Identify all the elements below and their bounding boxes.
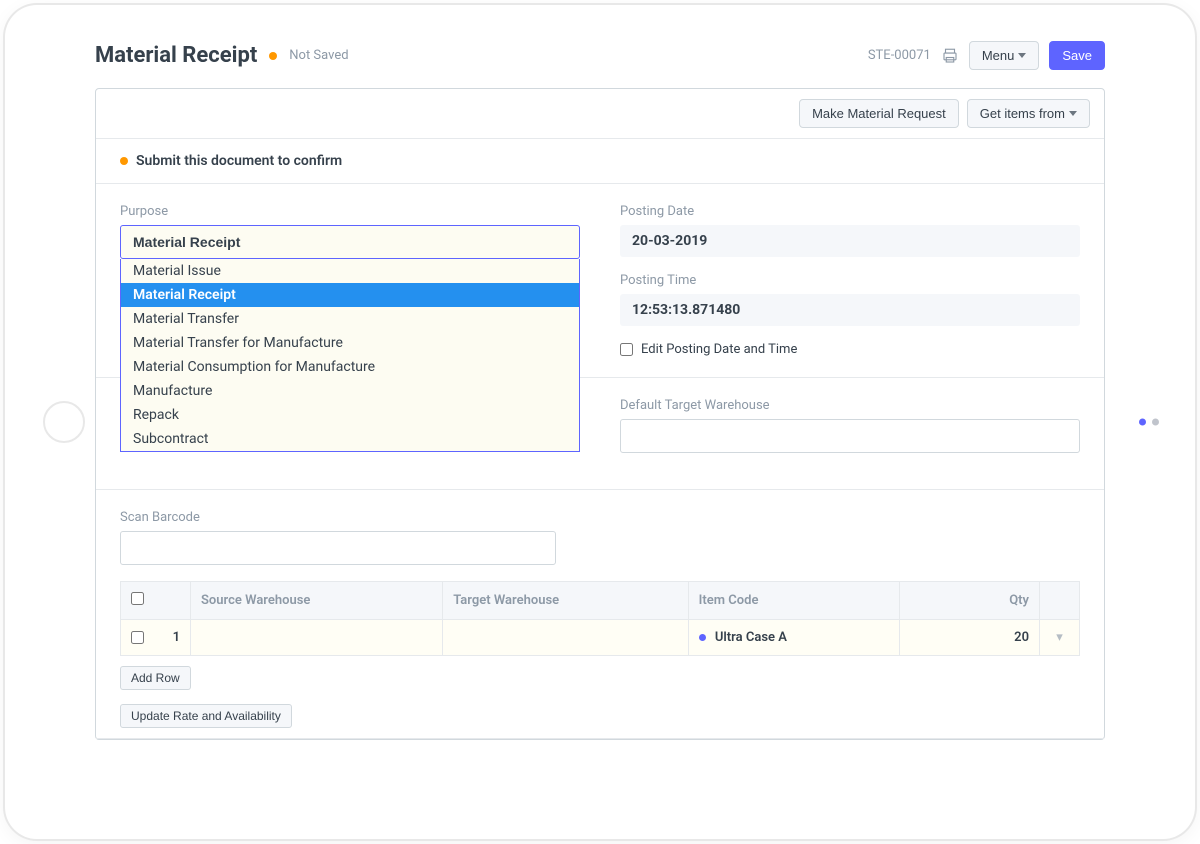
column-header-checkbox [121, 582, 191, 620]
edit-posting-checkbox[interactable] [620, 343, 633, 356]
chevron-down-icon: ▾ [1056, 630, 1063, 645]
message-text: Submit this document to confirm [136, 153, 342, 169]
chevron-down-icon [1069, 111, 1077, 116]
cell-item-code[interactable]: Ultra Case A [688, 620, 899, 656]
posting-date-field: Posting Date 20-03-2019 [620, 204, 1080, 257]
get-items-from-button[interactable]: Get items from [967, 99, 1090, 128]
print-icon[interactable] [941, 47, 959, 65]
add-row-button[interactable]: Add Row [120, 666, 191, 690]
purpose-option-material-receipt[interactable]: Material Receipt [121, 283, 579, 307]
default-target-warehouse-label: Default Target Warehouse [620, 398, 1080, 413]
item-status-dot-icon [699, 634, 706, 641]
cell-qty[interactable]: 20 [900, 620, 1040, 656]
posting-date-label: Posting Date [620, 204, 1080, 219]
posting-time-value: 12:53:13.871480 [620, 294, 1080, 326]
posting-date-value: 20-03-2019 [620, 225, 1080, 257]
scan-barcode-label: Scan Barcode [120, 510, 556, 525]
row-checkbox[interactable] [131, 631, 144, 644]
home-button[interactable] [43, 401, 85, 443]
page-title: Material Receipt [95, 43, 257, 68]
items-table: Source Warehouse Target Warehouse Item C… [120, 581, 1080, 656]
purpose-option-manufacture[interactable]: Manufacture [121, 379, 579, 403]
scan-barcode-input[interactable] [120, 531, 556, 565]
cell-source-warehouse[interactable] [191, 620, 443, 656]
message-bar: Submit this document to confirm [96, 139, 1104, 184]
row-index: 1 [173, 630, 180, 645]
column-header-item-code: Item Code [688, 582, 899, 620]
posting-time-field: Posting Time 12:53:13.871480 [620, 273, 1080, 326]
column-header-settings [1040, 582, 1080, 620]
column-header-source-warehouse: Source Warehouse [191, 582, 443, 620]
carousel-indicator [1139, 419, 1159, 426]
column-header-qty: Qty [900, 582, 1040, 620]
purpose-dropdown-menu: Material Issue Material Receipt Material… [120, 259, 580, 452]
document-id: STE-00071 [868, 48, 931, 63]
purpose-option-material-issue[interactable]: Material Issue [121, 259, 579, 283]
form-card: Make Material Request Get items from Sub… [95, 88, 1105, 740]
form-toolbar: Make Material Request Get items from [96, 89, 1104, 139]
edit-posting-checkbox-label: Edit Posting Date and Time [641, 342, 797, 357]
posting-time-label: Posting Time [620, 273, 1080, 288]
purpose-option-material-consumption-manufacture[interactable]: Material Consumption for Manufacture [121, 355, 579, 379]
menu-button-label: Menu [982, 48, 1015, 63]
default-target-warehouse-field: Default Target Warehouse [620, 398, 1080, 453]
get-items-from-label: Get items from [980, 106, 1065, 121]
save-button[interactable]: Save [1049, 41, 1105, 70]
purpose-option-material-transfer[interactable]: Material Transfer [121, 307, 579, 331]
purpose-label: Purpose [120, 204, 580, 219]
default-target-warehouse-input[interactable] [620, 419, 1080, 453]
purpose-option-material-transfer-manufacture[interactable]: Material Transfer for Manufacture [121, 331, 579, 355]
purpose-input[interactable] [120, 225, 580, 259]
purpose-option-repack[interactable]: Repack [121, 403, 579, 427]
status-dot-icon [269, 52, 277, 60]
purpose-field: Purpose Material Issue Material Receipt … [120, 204, 580, 259]
make-material-request-button[interactable]: Make Material Request [799, 99, 959, 128]
warning-dot-icon [120, 157, 128, 165]
cell-target-warehouse[interactable] [443, 620, 688, 656]
menu-button[interactable]: Menu [969, 41, 1040, 70]
select-all-checkbox[interactable] [131, 592, 144, 605]
purpose-option-subcontract[interactable]: Subcontract [121, 427, 579, 451]
chevron-down-icon [1018, 53, 1026, 58]
column-header-target-warehouse: Target Warehouse [443, 582, 688, 620]
item-name: Ultra Case A [715, 630, 787, 645]
tablet-frame: Material Receipt Not Saved STE-00071 Men… [5, 5, 1195, 839]
page-header: Material Receipt Not Saved STE-00071 Men… [95, 29, 1105, 88]
table-row[interactable]: 1 Ultra Case A 20 [121, 620, 1080, 656]
cell-row-settings[interactable]: ▾ [1040, 620, 1080, 656]
save-button-label: Save [1062, 48, 1092, 63]
update-rate-button[interactable]: Update Rate and Availability [120, 704, 292, 728]
scan-barcode-field: Scan Barcode [120, 510, 556, 565]
edit-posting-checkbox-line: Edit Posting Date and Time [620, 342, 1080, 357]
document-status: Not Saved [289, 48, 348, 63]
